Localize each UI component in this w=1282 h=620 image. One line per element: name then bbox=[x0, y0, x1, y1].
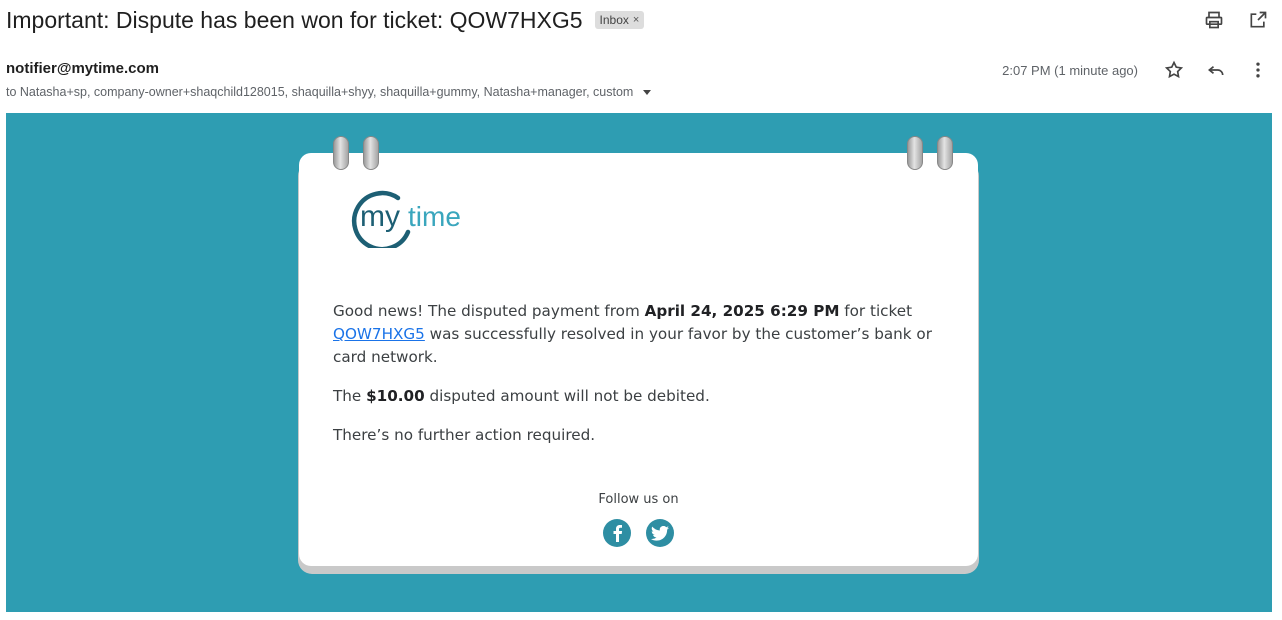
svg-text:time: time bbox=[408, 201, 461, 232]
follow-us-label: Follow us on bbox=[598, 492, 679, 507]
paragraph-resolution: Good news! The disputed payment from Apr… bbox=[333, 300, 953, 369]
twitter-icon[interactable] bbox=[646, 519, 674, 547]
svg-text:my: my bbox=[360, 200, 400, 233]
email-body-text: Good news! The disputed payment from Apr… bbox=[333, 300, 953, 463]
timestamp: 2:07 PM (1 minute ago) bbox=[1002, 62, 1138, 78]
facebook-icon[interactable] bbox=[603, 519, 631, 547]
inbox-label-chip[interactable]: Inbox × bbox=[594, 11, 645, 29]
ticket-link[interactable]: QOW7HXG5 bbox=[333, 325, 425, 343]
p2-text: disputed amount will not be debited. bbox=[424, 387, 710, 405]
email-subject: Important: Dispute has been won for tick… bbox=[6, 6, 583, 33]
paragraph-no-action: There’s no further action required. bbox=[333, 426, 596, 444]
chevron-down-icon[interactable] bbox=[643, 89, 652, 95]
mytime-logo: my time bbox=[351, 190, 461, 248]
binder-ring bbox=[907, 136, 923, 170]
social-links bbox=[603, 519, 674, 547]
subject-row: Important: Dispute has been won for tick… bbox=[6, 4, 645, 36]
binder-ring bbox=[333, 136, 349, 170]
open-in-new-icon[interactable] bbox=[1246, 8, 1270, 32]
binder-ring bbox=[363, 136, 379, 170]
message-actions: 2:07 PM (1 minute ago) bbox=[1002, 58, 1270, 82]
reply-icon[interactable] bbox=[1204, 58, 1228, 82]
recipients-line: to Natasha+sp, company-owner+shaqchild12… bbox=[6, 85, 652, 99]
dispute-date: April 24, 2025 6:29 PM bbox=[644, 302, 840, 320]
inbox-label-text: Inbox bbox=[599, 13, 629, 27]
sender-address[interactable]: notifier@mytime.com bbox=[6, 60, 159, 77]
remove-label-icon[interactable]: × bbox=[633, 14, 639, 26]
disputed-amount: $10.00 bbox=[366, 387, 425, 405]
more-vert-icon[interactable] bbox=[1246, 58, 1270, 82]
p2-text: The bbox=[333, 387, 367, 405]
top-toolbar bbox=[1202, 8, 1270, 32]
star-icon[interactable] bbox=[1162, 58, 1186, 82]
p1-text: Good news! The disputed payment from bbox=[333, 302, 645, 320]
recipients-text: to Natasha+sp, company-owner+shaqchild12… bbox=[6, 85, 634, 99]
paragraph-amount: The $10.00 disputed amount will not be d… bbox=[333, 385, 953, 408]
p1-text: for ticket bbox=[839, 302, 913, 320]
binder-ring bbox=[937, 136, 953, 170]
print-icon[interactable] bbox=[1202, 8, 1226, 32]
